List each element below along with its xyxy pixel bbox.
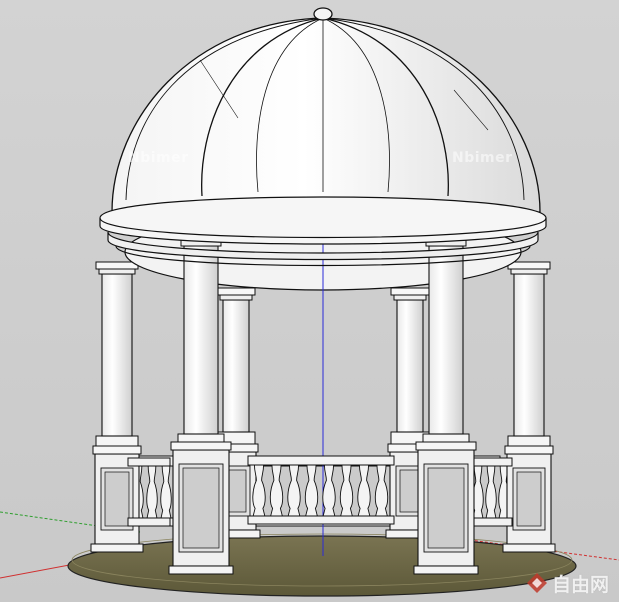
baluster: [322, 464, 336, 517]
brand-text: 自由网: [551, 573, 609, 596]
baluster: [339, 464, 354, 517]
front-balusters: [252, 464, 389, 517]
column: [502, 261, 556, 553]
gazebo-model: [0, 7, 619, 597]
baluster: [160, 465, 172, 519]
sketchup-viewport[interactable]: Nbimer Nbimer 自由网: [0, 0, 619, 602]
baluster: [146, 465, 158, 519]
watermark-right: Nbimer: [452, 150, 513, 166]
column: [90, 261, 144, 553]
baluster: [287, 464, 301, 517]
brand-watermark: 自由网: [526, 570, 609, 596]
dome: [111, 7, 541, 213]
watermark-left: Nbimer: [128, 150, 189, 166]
baluster: [374, 464, 389, 517]
baluster: [304, 464, 319, 517]
baluster: [485, 465, 497, 519]
floor-disc: [67, 535, 577, 597]
baluster: [357, 464, 371, 517]
diamond-logo-icon: [526, 573, 547, 593]
baluster: [269, 464, 284, 517]
